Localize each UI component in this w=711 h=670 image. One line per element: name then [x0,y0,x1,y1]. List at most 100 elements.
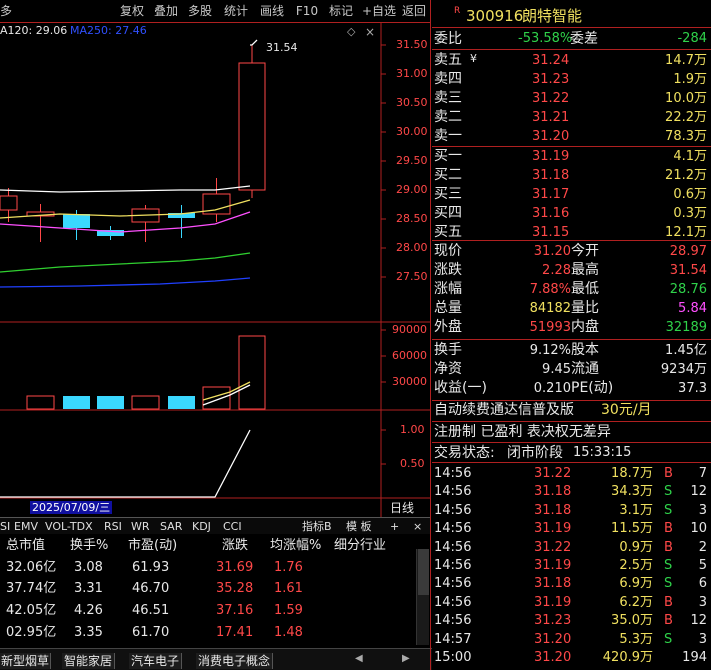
sell-level-row[interactable]: 卖二 31.21 22.2万 [432,109,711,127]
table-row[interactable] [0,579,414,599]
tab-concept-4[interactable]: 消费电子概念 [196,653,274,669]
sell-level-volume: 1.9万 [673,72,707,87]
indicator-tick-label: 1.00 [400,423,425,436]
candle-body[interactable] [0,195,18,211]
price-tick-label: 29.50 [396,154,428,167]
weicha-label: 委差 [570,31,598,47]
table-row[interactable] [0,558,414,578]
quote-label: 内盘 [571,319,599,335]
sell-level-row[interactable]: 卖三 31.22 10.0万 [432,90,711,108]
trade-row[interactable]: 14:56 31.19 11.5万 B 10 [432,520,711,538]
table-cell: 02.95亿 [6,625,57,640]
trade-row[interactable]: 14:57 31.20 5.3万 S 3 [432,631,711,649]
table-cell: 61.70 [132,625,170,640]
volume-bar[interactable] [238,335,266,410]
table-scrollbar[interactable] [416,549,429,645]
trade-row[interactable]: 14:56 31.18 3.1万 S 3 [432,502,711,520]
trade-row[interactable]: 14:56 31.18 34.3万 S 12 [432,483,711,501]
tab-wr[interactable]: WR [131,521,150,532]
buy-level-row[interactable]: 买二 31.18 21.2万 [432,167,711,185]
col-header-turnover[interactable]: 换手% [70,539,108,552]
price-tick-label: 29.00 [396,183,428,196]
price-tick-label: 27.50 [396,270,428,283]
tab-concept-3[interactable]: 汽车电子 [129,653,183,669]
tab-vol-tdx[interactable]: VOL-TDX [45,521,93,532]
diamond-icon[interactable]: ◇ [347,26,355,37]
trade-row[interactable]: 14:56 31.19 2.5万 S 5 [432,557,711,575]
promo-text[interactable]: 自动续费通达信普及版 [434,403,574,417]
remove-indicator-button[interactable]: × [413,521,422,532]
col-header-market-cap[interactable]: 总市值 [6,539,45,552]
trade-row[interactable]: 15:00 31.20 420.9万 194 [432,649,711,667]
trade-row[interactable]: 14:56 31.23 35.0万 B 12 [432,612,711,630]
tab-concept-1[interactable]: 新型烟草 [0,653,52,669]
sell-level-row[interactable]: 卖四 31.23 1.9万 [432,71,711,89]
candle-body[interactable] [238,62,266,191]
trade-row[interactable]: 14:56 31.22 18.7万 B 7 [432,465,711,483]
trade-row[interactable]: 14:56 31.22 0.9万 B 2 [432,539,711,557]
trade-volume: 420.9万 [602,650,653,665]
finance-row: 收益(一) 0.210 PE(动) 37.3 [432,380,711,398]
trade-count: 3 [698,631,707,647]
volume-bar[interactable] [63,396,90,409]
close-icon[interactable]: × [365,26,375,38]
price-tick-label: 30.50 [396,96,428,109]
high-price-pointer [250,39,258,46]
stock-code: 300916 [466,7,524,25]
sell-level-row[interactable]: 卖五 ¥ 31.24 14.7万 [432,52,711,70]
table-row[interactable] [0,623,414,643]
trade-row[interactable]: 14:56 31.18 6.9万 S 6 [432,575,711,593]
buy-level-price: 31.16 [532,206,570,221]
volume-bar[interactable] [168,396,195,409]
sell-level-label: 卖四 [434,71,462,87]
scroll-left-icon[interactable]: ◀ [355,654,363,664]
finance-value: 0.210 [533,381,571,396]
trade-time: 14:56 [434,594,472,610]
tab-kdj[interactable]: KDJ [192,521,211,532]
tab-rsi[interactable]: RSI [104,521,122,532]
trade-price: 31.22 [534,466,572,481]
col-header-pe[interactable]: 市盈(动) [128,539,177,552]
period-label[interactable]: 日线 [390,502,414,514]
candle-body[interactable] [63,214,90,228]
tab-si[interactable]: SI [0,521,10,532]
sell-level-row[interactable]: 卖一 31.20 78.3万 [432,128,711,146]
kline-chart[interactable] [0,0,432,520]
volume-bar[interactable] [97,396,124,409]
r-badge-icon: R [454,6,461,16]
scroll-right-icon[interactable]: ▶ [402,654,410,664]
template-button[interactable]: 模 板 [346,521,372,532]
indicator-more-button[interactable]: 指标B [302,521,332,532]
weibi-value: -53.58% [518,31,573,46]
promo-price[interactable]: 30元/月 [601,403,652,417]
volume-bar[interactable] [131,395,160,410]
trade-volume: 2.5万 [619,558,653,573]
finance-value: 37.3 [678,381,707,396]
buy-level-row[interactable]: 买三 31.17 0.6万 [432,186,711,204]
price-tick-label: 31.50 [396,38,428,51]
tab-cci[interactable]: CCI [223,521,242,532]
trade-row[interactable]: 14:56 31.19 6.2万 B 3 [432,594,711,612]
table-row[interactable] [0,601,414,621]
tab-emv[interactable]: EMV [14,521,38,532]
add-indicator-button[interactable]: + [390,521,399,532]
trade-time: 14:56 [434,502,472,518]
quote-label: 涨幅 [434,281,462,297]
buy-level-row[interactable]: 买四 31.16 0.3万 [432,205,711,223]
col-header-avg-change[interactable]: 均涨幅% [270,539,321,552]
tab-concept-2[interactable]: 智能家居 [62,653,116,669]
ma250-legend: MA250: 27.46 [70,24,147,37]
volume-bar[interactable] [202,386,231,410]
sell-level-label: 卖二 [434,109,462,125]
finance-label: 股本 [571,342,599,358]
buy-level-volume: 0.6万 [673,187,707,202]
col-header-industry[interactable]: 细分行业 [334,539,386,552]
table-cell: 4.26 [74,603,103,618]
tab-sar[interactable]: SAR [160,521,182,532]
table-cell: 37.16 [216,603,254,618]
trade-count: 7 [698,466,707,481]
price-tick-label: 28.00 [396,241,428,254]
col-header-change[interactable]: 涨跌 [222,539,248,552]
volume-bar[interactable] [26,395,55,410]
buy-level-row[interactable]: 买一 31.19 4.1万 [432,148,711,166]
